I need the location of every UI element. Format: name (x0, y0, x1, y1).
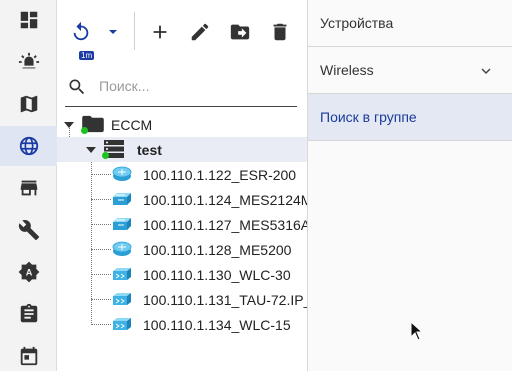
toolbar-divider (134, 12, 135, 50)
plus-icon (153, 25, 167, 39)
tree-node-label: 100.110.1.127_MES5316A (143, 216, 307, 233)
trash-icon (273, 23, 287, 41)
tree-node-root[interactable]: ECCM (57, 112, 307, 137)
caret-down-icon (109, 30, 117, 34)
store-icon (20, 180, 37, 196)
menu-item-group-search[interactable]: Поиск в группе (308, 94, 512, 141)
tree-node-label: 100.110.1.131_TAU-72.IP_r (143, 291, 307, 308)
tree-node-device[interactable]: 100.110.1.124_MES2124M (57, 187, 307, 212)
tree-node-group[interactable]: test (57, 137, 307, 162)
switch-icon (112, 216, 132, 235)
search-icon (69, 79, 85, 95)
context-panel: Устройства Wireless Поиск в группе (307, 0, 512, 371)
mouse-cursor-icon (410, 321, 422, 341)
tree-panel: 1m Поиск... ECCM test 100.110.1.122_ESR-… (57, 0, 307, 371)
refresh-icon (73, 21, 89, 41)
chevron-down-icon (481, 68, 491, 75)
folder-move-icon (230, 24, 250, 40)
collapse-caret-icon[interactable] (86, 147, 96, 153)
device-tree: ECCM test 100.110.1.122_ESR-200 100.110.… (57, 112, 307, 371)
status-online-dot (102, 152, 109, 159)
svg-text:A: A (25, 268, 32, 278)
menu-item-label: Wireless (320, 62, 374, 78)
nav-network[interactable] (0, 126, 57, 166)
wlc-icon (112, 316, 132, 335)
edit-button[interactable] (187, 15, 213, 49)
tree-node-device[interactable]: 100.110.1.131_TAU-72.IP_r (57, 287, 307, 312)
router-icon (112, 241, 132, 260)
menu-item-label: Устройства (320, 15, 394, 31)
nav-calendar[interactable] (0, 336, 57, 376)
move-button[interactable] (227, 15, 253, 49)
auto-brightness-icon: A (18, 261, 39, 283)
tree-node-device[interactable]: 100.110.1.122_ESR-200 (57, 162, 307, 187)
nav-tasks[interactable] (0, 294, 57, 334)
tree-toolbar: 1m (57, 0, 307, 64)
wlc-icon (112, 266, 132, 285)
status-online-dot (81, 127, 88, 134)
nav-rail: A (0, 0, 57, 371)
globe-icon (19, 136, 38, 156)
clipboard-icon (20, 303, 37, 323)
add-button[interactable] (147, 15, 173, 49)
nav-alarms[interactable] (0, 42, 57, 82)
nav-auto[interactable]: A (0, 252, 57, 292)
tree-node-device[interactable]: 100.110.1.134_WLC-15 (57, 312, 307, 337)
nav-dashboard[interactable] (0, 0, 57, 40)
nav-store[interactable] (0, 168, 57, 208)
map-icon (20, 95, 37, 113)
nav-map[interactable] (0, 84, 57, 124)
dashboard-icon (20, 11, 37, 29)
collapse-caret-icon[interactable] (64, 122, 74, 128)
tree-node-label: 100.110.1.130_WLC-30 (143, 266, 291, 283)
delete-button[interactable] (267, 15, 293, 49)
tree-node-device[interactable]: 100.110.1.128_ME5200 (57, 237, 307, 262)
tree-node-label: 100.110.1.134_WLC-15 (143, 316, 291, 333)
tree-node-label: test (137, 141, 162, 158)
pencil-icon (191, 23, 209, 41)
nav-tools[interactable] (0, 210, 57, 250)
router-icon (112, 166, 132, 185)
tree-node-label: 100.110.1.122_ESR-200 (143, 166, 297, 183)
tree-node-label: ECCM (111, 116, 153, 133)
alarm-icon (18, 52, 39, 69)
wlc-icon (112, 291, 132, 310)
tree-node-device[interactable]: 100.110.1.127_MES5316A (57, 212, 307, 237)
tree-node-label: 100.110.1.124_MES2124M (143, 191, 307, 208)
search-input[interactable] (99, 76, 289, 96)
switch-icon (112, 191, 132, 210)
calendar-icon (20, 346, 37, 366)
refresh-interval-badge: 1m (79, 51, 95, 60)
search-box (65, 68, 297, 107)
menu-item-label: Поиск в группе (320, 109, 417, 125)
tree-node-device[interactable]: 100.110.1.130_WLC-30 (57, 262, 307, 287)
tree-node-label: 100.110.1.128_ME5200 (143, 241, 292, 258)
menu-item-devices[interactable]: Устройства (308, 0, 512, 47)
refresh-button[interactable]: 1m (67, 15, 95, 60)
wrench-icon (18, 220, 39, 241)
refresh-menu-button[interactable] (103, 15, 123, 49)
menu-item-wireless[interactable]: Wireless (308, 47, 512, 94)
